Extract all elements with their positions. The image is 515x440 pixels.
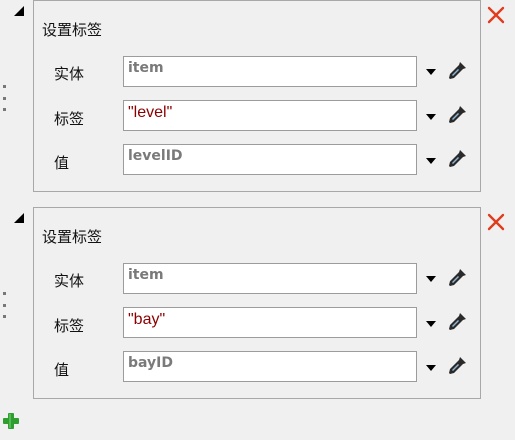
close-icon[interactable]: [487, 213, 505, 231]
set-label-panel: 设置标签 实体 item 标签 "level" 值 levelID: [33, 0, 481, 192]
chevron-down-icon[interactable]: [426, 321, 436, 327]
eyedropper-icon[interactable]: [446, 60, 468, 82]
plus-icon[interactable]: [2, 412, 20, 430]
value-field[interactable]: bayID: [123, 351, 417, 382]
label-label: 标签: [54, 110, 85, 128]
value-label: 值: [54, 154, 70, 172]
panel-title: 设置标签: [42, 21, 103, 39]
eyedropper-icon[interactable]: [446, 355, 468, 377]
eyedropper-icon[interactable]: [446, 267, 468, 289]
chevron-down-icon[interactable]: [426, 158, 436, 164]
panel-title: 设置标签: [42, 228, 103, 246]
value-field[interactable]: levelID: [123, 144, 417, 175]
drag-handle-icon[interactable]: [2, 85, 6, 111]
collapse-triangle-icon[interactable]: [14, 213, 24, 223]
set-label-panel: 设置标签 实体 item 标签 "bay" 值 bayID: [33, 207, 481, 399]
set-label-block-2: 设置标签 实体 item 标签 "bay" 值 bayID: [0, 207, 515, 403]
eyedropper-icon[interactable]: [446, 104, 468, 126]
value-label: 值: [54, 361, 70, 379]
chevron-down-icon[interactable]: [426, 365, 436, 371]
label-field[interactable]: "level": [123, 100, 417, 131]
chevron-down-icon[interactable]: [426, 276, 436, 282]
chevron-down-icon[interactable]: [426, 114, 436, 120]
entity-field[interactable]: item: [123, 56, 417, 87]
chevron-down-icon[interactable]: [426, 69, 436, 75]
entity-label: 实体: [54, 65, 85, 83]
label-field[interactable]: "bay": [123, 307, 417, 338]
collapse-triangle-icon[interactable]: [14, 6, 24, 16]
entity-field[interactable]: item: [123, 263, 417, 294]
close-icon[interactable]: [487, 6, 505, 24]
eyedropper-icon[interactable]: [446, 148, 468, 170]
label-label: 标签: [54, 317, 85, 335]
drag-handle-icon[interactable]: [2, 292, 6, 318]
entity-label: 实体: [54, 272, 85, 290]
set-label-block-1: 设置标签 实体 item 标签 "level" 值 levelID: [0, 0, 515, 196]
eyedropper-icon[interactable]: [446, 311, 468, 333]
